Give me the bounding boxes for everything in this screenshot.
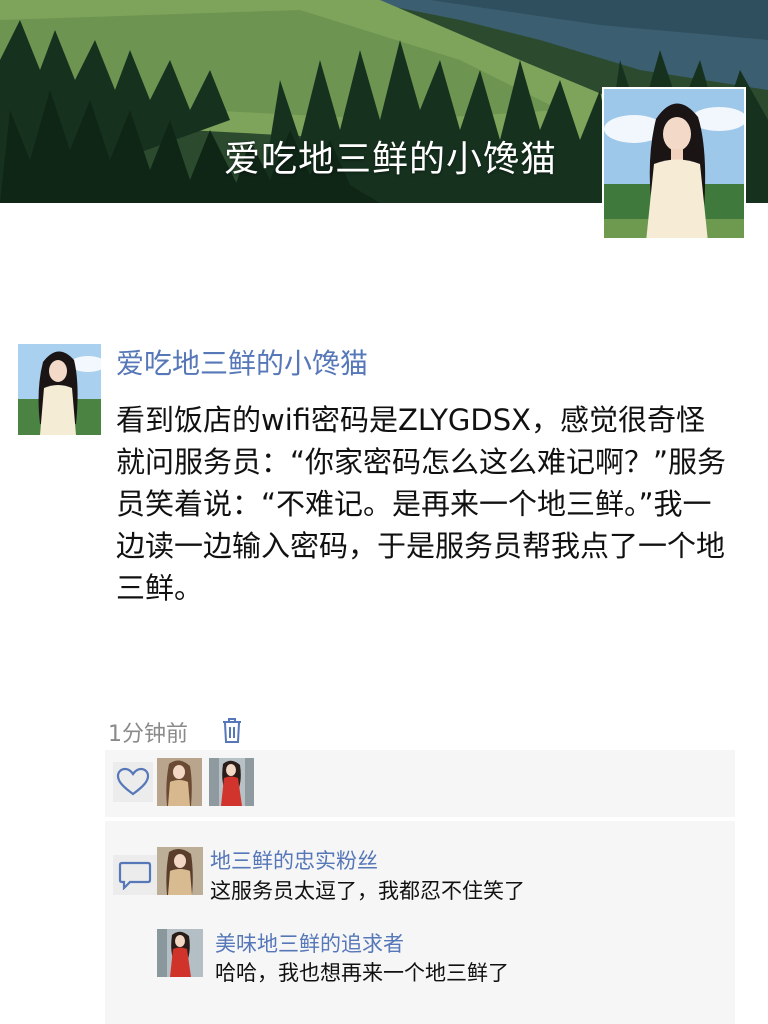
liker-avatar[interactable] bbox=[209, 758, 254, 806]
delete-icon[interactable] bbox=[220, 716, 244, 744]
post-content: 看到饭店的wifi密码是ZLYGDSX，感觉很奇怪就问服务员：“你家密码怎么这么… bbox=[116, 403, 727, 605]
commenter-avatar[interactable] bbox=[157, 929, 203, 977]
comment-text: 哈哈，我也想再来一个地三鲜了 bbox=[215, 961, 509, 985]
likes-panel bbox=[105, 750, 735, 817]
author-portrait-illustration bbox=[18, 344, 101, 435]
comment-text: 这服务员太逗了，我都忍不住笑了 bbox=[210, 879, 525, 903]
avatar-portrait-illustration bbox=[604, 89, 744, 238]
post-timestamp: 1分钟前 bbox=[108, 722, 188, 747]
heart-icon[interactable] bbox=[113, 762, 153, 802]
post-author-name[interactable]: 爱吃地三鲜的小馋猫 bbox=[116, 342, 368, 382]
liker-avatar[interactable] bbox=[157, 758, 202, 806]
comment-author[interactable]: 美味地三鲜的追求者 bbox=[215, 928, 404, 958]
post-author-avatar[interactable] bbox=[18, 344, 101, 435]
comment-icon[interactable] bbox=[113, 855, 157, 895]
cover-title: 爱吃地三鲜的小馋猫 bbox=[224, 139, 558, 180]
comment-author[interactable]: 地三鲜的忠实粉丝 bbox=[210, 845, 378, 875]
comments-panel: 地三鲜的忠实粉丝 这服务员太逗了，我都忍不住笑了 美味地三鲜的追求者 哈哈，我也… bbox=[105, 821, 735, 1024]
profile-avatar[interactable] bbox=[602, 87, 746, 240]
commenter-avatar[interactable] bbox=[157, 847, 203, 895]
